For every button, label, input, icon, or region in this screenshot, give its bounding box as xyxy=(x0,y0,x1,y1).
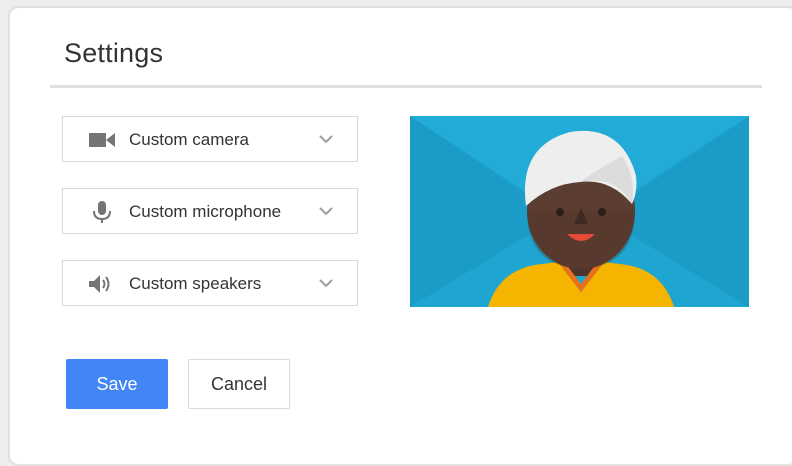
camera-icon xyxy=(89,133,115,147)
settings-dialog: Settings Custom camera Custom microphone xyxy=(8,6,792,466)
cancel-button[interactable]: Cancel xyxy=(188,359,290,409)
microphone-select[interactable]: Custom microphone xyxy=(62,188,358,234)
dialog-title: Settings xyxy=(64,38,164,68)
title-divider xyxy=(50,85,762,88)
camera-select[interactable]: Custom camera xyxy=(62,116,358,162)
microphone-select-label: Custom microphone xyxy=(129,202,282,221)
camera-select-label: Custom camera xyxy=(129,130,249,149)
speakers-select[interactable]: Custom speakers xyxy=(62,260,358,306)
speaker-icon xyxy=(89,275,110,293)
speakers-select-label: Custom speakers xyxy=(129,274,262,293)
microphone-icon xyxy=(93,201,111,223)
chevron-down-icon xyxy=(319,279,333,288)
chevron-down-icon xyxy=(319,135,333,144)
save-button[interactable]: Save xyxy=(66,359,168,409)
camera-preview xyxy=(410,116,749,307)
chevron-down-icon xyxy=(319,207,333,216)
avatar-preview-illustration xyxy=(410,116,749,307)
